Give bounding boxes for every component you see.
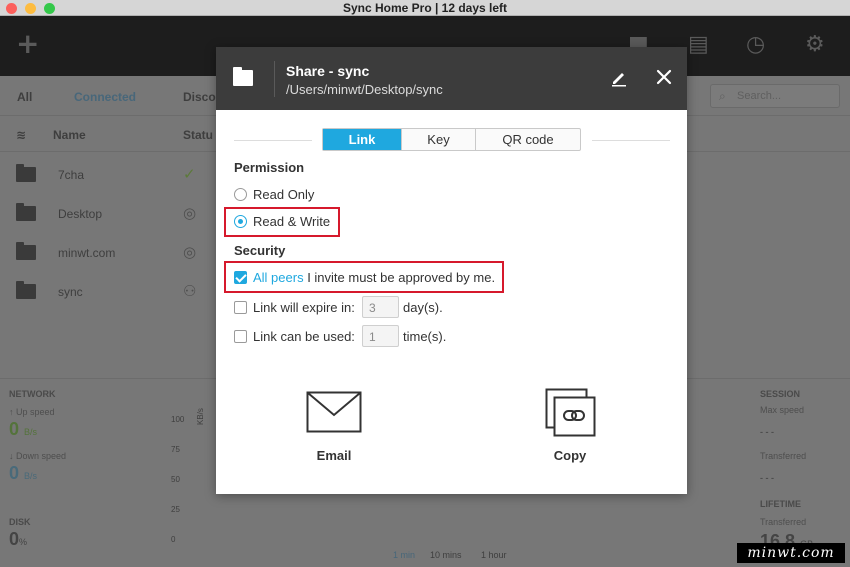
peer-status-icon: ⚇ xyxy=(183,282,197,300)
security-heading: Security xyxy=(234,243,286,258)
copy-label: Copy xyxy=(553,448,587,463)
folder-name: 7cha xyxy=(58,168,85,182)
close-icon[interactable] xyxy=(654,67,674,87)
y-tick: 100 xyxy=(171,415,185,424)
y-tick: 75 xyxy=(171,445,180,454)
range-1min[interactable]: 1 min xyxy=(393,550,415,560)
tab-key[interactable]: Key xyxy=(402,129,476,150)
permission-heading: Permission xyxy=(234,160,305,175)
all-peers-link[interactable]: All peers xyxy=(253,270,304,285)
read-only-radio[interactable] xyxy=(234,188,247,201)
pending-status-icon: ◎ xyxy=(183,243,197,261)
share-dialog-header: Share - sync /Users/minwt/Desktop/sync xyxy=(216,47,687,110)
expire-days-input[interactable]: 3 xyxy=(362,296,399,318)
tab-link[interactable]: Link xyxy=(323,129,402,150)
network-heading: NETWORK xyxy=(9,389,56,399)
search-placeholder: Search... xyxy=(737,90,782,102)
folder-path: /Users/minwt/Desktop/sync xyxy=(286,82,443,97)
read-write-radio[interactable] xyxy=(234,215,247,228)
folder-icon xyxy=(16,242,36,260)
header-divider xyxy=(274,61,275,97)
copy-button[interactable]: Copy xyxy=(534,387,606,467)
tab-qr-code[interactable]: QR code xyxy=(476,129,580,150)
y-tick: 0 xyxy=(171,535,176,544)
dialog-title: Share - sync xyxy=(286,63,370,79)
approve-peers-checkbox[interactable] xyxy=(234,271,247,284)
transferred-value: - - - xyxy=(760,473,774,483)
folder-icon xyxy=(233,67,253,86)
plus-icon[interactable]: + xyxy=(16,30,39,58)
range-10mins[interactable]: 10 mins xyxy=(430,550,462,560)
folder-icon xyxy=(16,164,36,182)
tab-divider-right xyxy=(592,140,670,141)
clock-icon[interactable]: ◷ xyxy=(746,34,765,56)
wifi-icon: ≋ xyxy=(16,128,27,142)
disk-heading: DISK xyxy=(9,517,31,527)
disk-value: 0% xyxy=(9,529,28,549)
up-speed-value: 0 B/s xyxy=(9,419,38,439)
edit-pencil-icon[interactable] xyxy=(610,69,628,87)
gear-icon[interactable]: ⚙ xyxy=(805,34,825,56)
search-input[interactable]: ⌕ Search... xyxy=(710,84,840,108)
document-icon[interactable]: ▤ xyxy=(688,34,709,56)
email-label: Email xyxy=(316,448,352,463)
envelope-icon xyxy=(306,391,362,433)
filter-disconnected[interactable]: Disco xyxy=(183,90,216,104)
expire-checkbox[interactable] xyxy=(234,301,247,314)
synced-check-icon: ✓ xyxy=(183,165,196,183)
read-only-label[interactable]: Read Only xyxy=(253,187,314,202)
range-1hour[interactable]: 1 hour xyxy=(481,550,507,560)
y-axis-unit: KB/s xyxy=(196,408,205,425)
read-write-label[interactable]: Read & Write xyxy=(253,214,330,229)
down-speed-value: 0 B/s xyxy=(9,463,38,483)
filter-all[interactable]: All xyxy=(17,90,32,104)
y-tick: 25 xyxy=(171,505,180,514)
uses-count-input[interactable]: 1 xyxy=(362,325,399,347)
uses-checkbox[interactable] xyxy=(234,330,247,343)
share-dialog: Share - sync /Users/minwt/Desktop/sync L… xyxy=(216,47,687,494)
search-icon: ⌕ xyxy=(719,89,726,103)
uses-unit: time(s). xyxy=(403,329,447,344)
copy-link-icon xyxy=(545,388,596,437)
expire-label[interactable]: Link will expire in: xyxy=(253,300,355,315)
watermark-logo: minwt.com xyxy=(737,543,845,563)
approve-peers-label[interactable]: All peers I invite must be approved by m… xyxy=(253,270,495,285)
tab-divider-left xyxy=(234,140,312,141)
column-status[interactable]: Statu xyxy=(183,128,213,142)
folder-name: sync xyxy=(58,285,83,299)
pending-status-icon: ◎ xyxy=(183,204,197,222)
transferred-label: Transferred xyxy=(760,451,807,461)
session-heading: SESSION xyxy=(760,389,801,399)
up-speed-label: ↑ Up speed xyxy=(9,407,55,417)
column-name[interactable]: Name xyxy=(53,128,86,142)
y-tick: 50 xyxy=(171,475,180,484)
lifetime-transferred-label: Transferred xyxy=(760,517,807,527)
folder-icon xyxy=(16,281,36,299)
max-speed-label: Max speed xyxy=(760,405,805,415)
folder-name: Desktop xyxy=(58,207,103,221)
window-titlebar: Sync Home Pro | 12 days left xyxy=(0,0,850,16)
folder-name: minwt.com xyxy=(58,246,116,260)
down-speed-label: ↓ Down speed xyxy=(9,451,67,461)
window-title: Sync Home Pro | 12 days left xyxy=(342,1,508,15)
folder-icon xyxy=(16,203,36,221)
filter-connected[interactable]: Connected xyxy=(74,90,136,104)
lifetime-heading: LIFETIME xyxy=(760,499,801,509)
share-tabs: Link Key QR code xyxy=(322,128,581,151)
expire-unit: day(s). xyxy=(403,300,443,315)
max-speed-value: - - - xyxy=(760,427,774,437)
email-button[interactable]: Email xyxy=(298,387,370,467)
uses-label[interactable]: Link can be used: xyxy=(253,329,355,344)
